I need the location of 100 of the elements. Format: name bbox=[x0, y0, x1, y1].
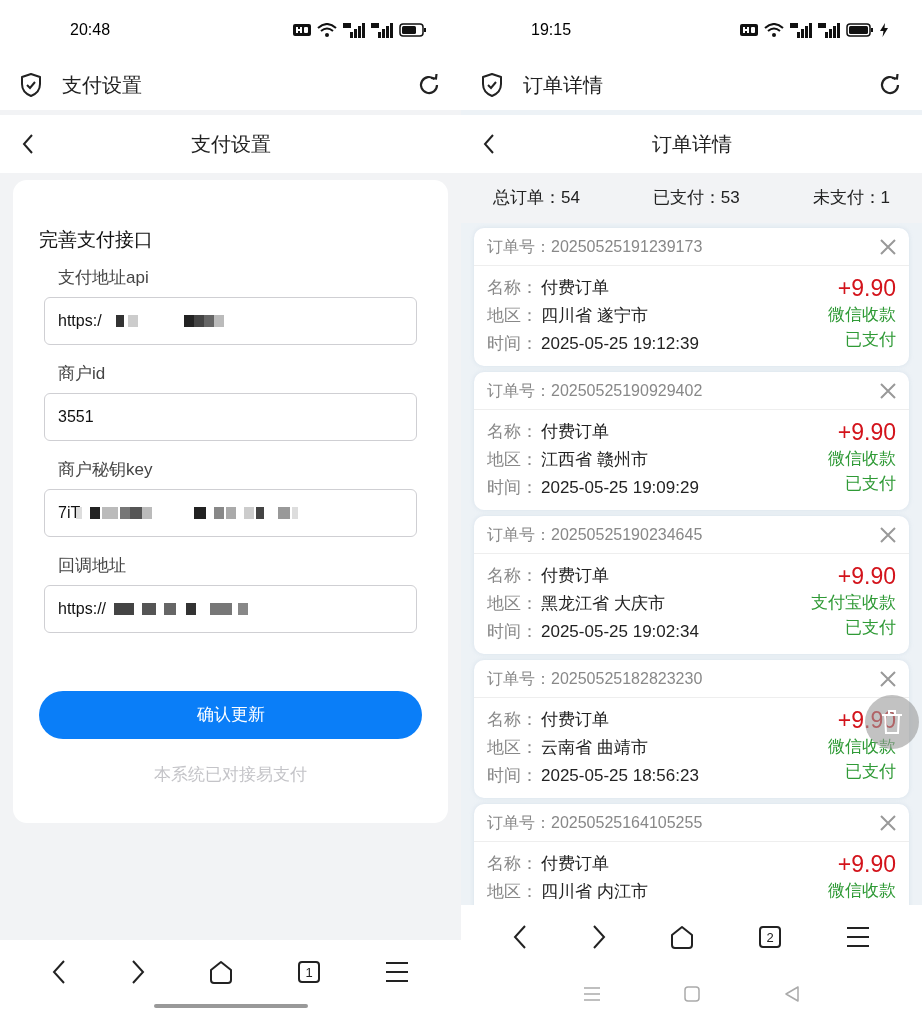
field-value: 黑龙江省 大庆市 bbox=[541, 593, 665, 616]
payment-method: 支付宝收款 bbox=[811, 592, 896, 614]
field-label: 回调地址 bbox=[57, 554, 127, 577]
payment-method: 微信收款 bbox=[828, 448, 896, 470]
payment-status: 已支付 bbox=[845, 473, 896, 495]
forward-icon[interactable] bbox=[591, 924, 606, 950]
order-number: 订单号：20250525191239173 bbox=[487, 236, 703, 257]
field-label: 时间： bbox=[487, 333, 539, 356]
payment-status: 已支付 bbox=[845, 329, 896, 351]
stat-label: 未支付：1 bbox=[812, 187, 890, 210]
back-icon[interactable] bbox=[513, 924, 528, 950]
field-value: 2025-05-25 19:09:29 bbox=[541, 477, 699, 500]
field-label: 名称： bbox=[487, 853, 539, 876]
back-icon[interactable] bbox=[483, 133, 495, 155]
signal-icon bbox=[790, 22, 812, 38]
field-label: 名称： bbox=[487, 709, 539, 732]
order-card[interactable]: 订单号：20250525191239173 名称： 付费订单 地区： 四川省 遂宁市 时间： 2025-05-25 19:12:39 +9.90 微信收款 已支付 bbox=[474, 228, 909, 366]
field-value: 四川省 遂宁市 bbox=[541, 305, 648, 328]
field-value: 四川省 内江市 bbox=[541, 881, 648, 904]
field-label: 地区： bbox=[487, 881, 539, 904]
hd-icon bbox=[293, 24, 311, 36]
field-value: 付费订单 bbox=[541, 853, 609, 876]
payment-method: 微信收款 bbox=[828, 304, 896, 326]
stat-label: 总订单：54 bbox=[493, 187, 580, 210]
order-number: 订单号：20250525190929402 bbox=[487, 380, 703, 401]
payment-status: 已支付 bbox=[845, 761, 896, 783]
input-field[interactable]: https:// bbox=[44, 584, 417, 633]
charging-icon bbox=[880, 23, 888, 37]
order-number: 订单号：20250525190234645 bbox=[487, 524, 703, 545]
home-icon[interactable] bbox=[670, 925, 695, 949]
amount-text: +9.90 bbox=[837, 418, 896, 446]
page-title: 支付设置 bbox=[62, 73, 142, 98]
field-value: 付费订单 bbox=[541, 709, 609, 732]
payment-method: 微信收款 bbox=[828, 736, 896, 758]
input-field[interactable]: 7iT bbox=[44, 488, 417, 537]
field-label: 名称： bbox=[487, 565, 539, 588]
close-icon[interactable] bbox=[880, 382, 896, 399]
menu-icon[interactable] bbox=[845, 926, 870, 948]
page-title: 订单详情 bbox=[523, 73, 603, 98]
refresh-icon[interactable] bbox=[878, 73, 902, 97]
stat-label: 已支付：53 bbox=[652, 187, 740, 210]
field-label: 支付地址api bbox=[57, 266, 150, 289]
forward-icon[interactable] bbox=[130, 959, 145, 985]
field-label: 地区： bbox=[487, 593, 539, 616]
order-card[interactable]: 订单号：20250525190929402 名称： 付费订单 地区： 江西省 赣州市 时间： 2025-05-25 19:09:29 +9.90 微信收款 已支付 bbox=[474, 372, 909, 510]
order-card[interactable]: 订单号：20250525190234645 名称： 付费订单 地区： 黑龙江省 大庆市 时间： 2025-05-25 19:02:34 +9.90 支付宝收款 已支付 bbox=[474, 516, 909, 654]
confirm-button[interactable]: 确认更新 bbox=[39, 690, 422, 739]
field-label: 地区： bbox=[487, 305, 539, 328]
hd-icon bbox=[740, 24, 758, 36]
tabs-button[interactable]: 1 bbox=[298, 961, 321, 983]
close-icon[interactable] bbox=[880, 814, 896, 831]
payment-method: 微信收款 bbox=[828, 880, 896, 902]
input-field[interactable]: https:/ bbox=[44, 296, 417, 345]
field-label: 名称： bbox=[487, 421, 539, 444]
amount-text: +9.90 bbox=[837, 562, 896, 590]
tabs-button[interactable]: 2 bbox=[759, 926, 782, 948]
field-label: 地区： bbox=[487, 449, 539, 472]
signal-icon bbox=[818, 22, 840, 38]
wifi-icon bbox=[317, 22, 337, 38]
header-title: 支付设置 bbox=[190, 132, 271, 157]
payment-status: 已支付 bbox=[845, 617, 896, 639]
order-card[interactable]: 订单号：20250525164105255 名称： 付费订单 地区： 四川省 内江市 +9.90 微信收款 bbox=[474, 804, 909, 905]
amount-text: +9.90 bbox=[837, 850, 896, 878]
field-value: 云南省 曲靖市 bbox=[541, 737, 648, 760]
close-icon[interactable] bbox=[880, 238, 896, 255]
shield-check-icon bbox=[481, 73, 503, 97]
close-icon[interactable] bbox=[880, 526, 896, 543]
footer-note: 本系统已对接易支付 bbox=[153, 763, 308, 786]
signal-icon bbox=[343, 22, 365, 38]
field-value: 付费订单 bbox=[541, 277, 609, 300]
signal-icon bbox=[371, 22, 393, 38]
close-icon[interactable] bbox=[880, 670, 896, 687]
field-label: 时间： bbox=[487, 477, 539, 500]
order-number: 订单号：20250525164105255 bbox=[487, 812, 703, 833]
back-icon[interactable] bbox=[22, 133, 34, 155]
field-label: 名称： bbox=[487, 277, 539, 300]
home-icon[interactable] bbox=[209, 960, 234, 984]
field-label: 时间： bbox=[487, 621, 539, 644]
refresh-icon[interactable] bbox=[417, 73, 441, 97]
input-field[interactable]: 3551 bbox=[44, 392, 417, 441]
status-time: 19:15 bbox=[531, 20, 572, 40]
status-time: 20:48 bbox=[70, 20, 111, 40]
field-value: 2025-05-25 19:02:34 bbox=[541, 621, 699, 644]
field-label: 时间： bbox=[487, 765, 539, 788]
back-icon[interactable] bbox=[52, 959, 67, 985]
field-label: 地区： bbox=[487, 737, 539, 760]
form-title: 完善支付接口 bbox=[39, 228, 154, 252]
wifi-icon bbox=[764, 22, 784, 38]
shield-check-icon bbox=[20, 73, 42, 97]
field-value: 付费订单 bbox=[541, 565, 609, 588]
header-title: 订单详情 bbox=[651, 132, 732, 157]
field-value: 付费订单 bbox=[541, 421, 609, 444]
field-label: 商户秘钥key bbox=[57, 458, 154, 481]
field-value: 江西省 赣州市 bbox=[541, 449, 648, 472]
field-value: 2025-05-25 18:56:23 bbox=[541, 765, 699, 788]
field-label: 商户id bbox=[57, 362, 107, 385]
order-number: 订单号：20250525182823230 bbox=[487, 668, 703, 689]
field-value: 2025-05-25 19:12:39 bbox=[541, 333, 699, 356]
menu-icon[interactable] bbox=[384, 961, 409, 983]
amount-text: +9.90 bbox=[837, 274, 896, 302]
